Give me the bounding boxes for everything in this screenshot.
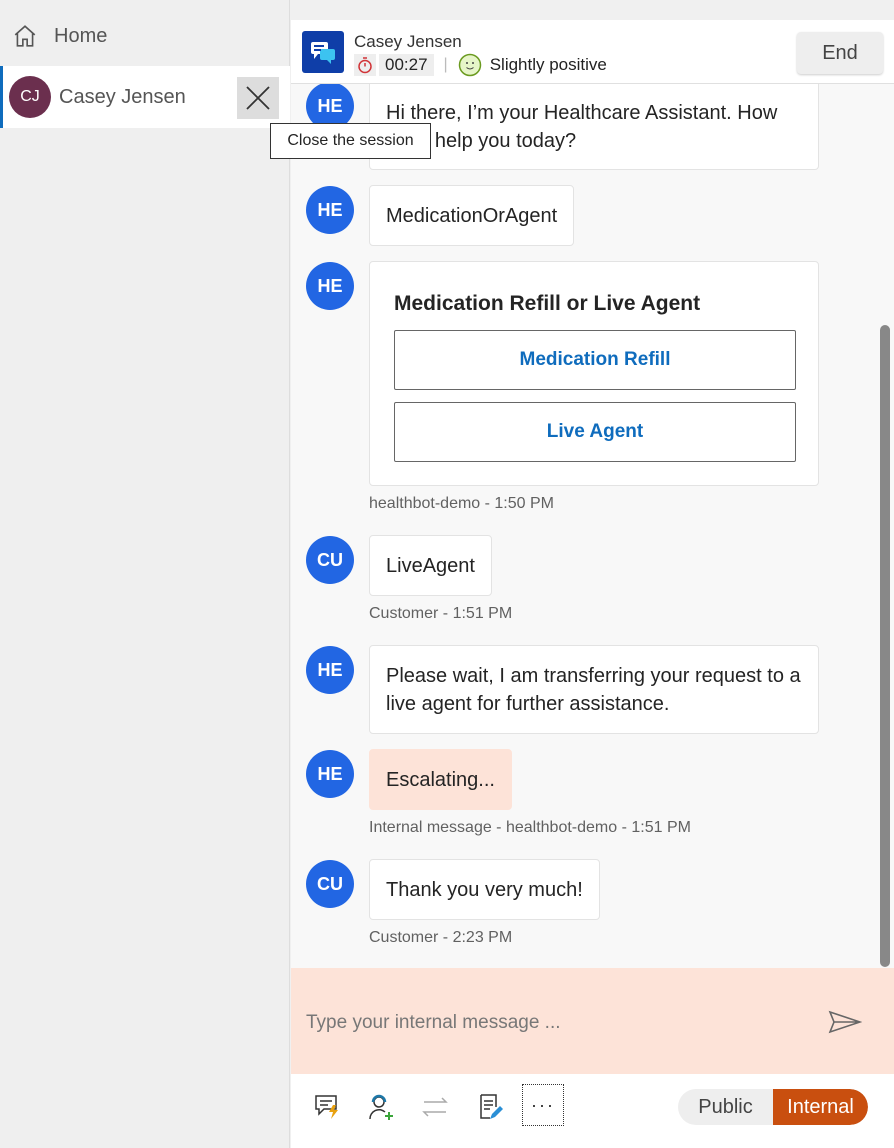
scrollbar[interactable] <box>880 325 890 967</box>
top-strip <box>291 0 894 20</box>
avatar: HE <box>306 186 354 234</box>
avatar: HE <box>306 750 354 798</box>
close-icon <box>246 86 270 110</box>
medication-refill-button[interactable]: Medication Refill <box>394 330 796 390</box>
message-bubble: Hi there, I’m your Healthcare Assistant.… <box>369 70 819 170</box>
session-name: Casey Jensen <box>59 85 186 108</box>
composer-toolbar: ··· Public Internal <box>291 1074 894 1148</box>
home-icon <box>14 25 36 47</box>
message-bubble: Please wait, I am transferring your requ… <box>369 645 819 734</box>
send-icon[interactable] <box>828 1010 862 1034</box>
avatar: CU <box>306 536 354 584</box>
avatar: CJ <box>9 76 51 118</box>
message-composer[interactable]: Type your internal message ... <box>291 968 894 1074</box>
card-title: Medication Refill or Live Agent <box>394 292 701 315</box>
avatar: CU <box>306 860 354 908</box>
message-bubble: MedicationOrAgent <box>369 185 575 246</box>
message-input[interactable]: Type your internal message ... <box>306 1012 561 1034</box>
session-timer: 00:27 | Slightly positive <box>354 53 607 77</box>
stopwatch-icon <box>354 54 376 76</box>
tooltip: Close the session <box>270 123 431 159</box>
message-meta: Customer - 2:23 PM <box>369 929 513 946</box>
message-bubble: LiveAgent <box>369 535 492 596</box>
quick-replies-button[interactable] <box>313 1092 343 1122</box>
adaptive-card: Medication Refill or Live Agent Medicati… <box>369 261 819 486</box>
transfer-button[interactable] <box>420 1092 450 1122</box>
avatar: HE <box>306 262 354 310</box>
end-button[interactable]: End <box>797 32 883 74</box>
message-meta: healthbot-demo - 1:50 PM <box>369 495 554 512</box>
message-text: Hi there, I’m your Healthcare Assistant.… <box>386 102 778 152</box>
message-text: Thank you very much! <box>386 878 583 901</box>
agent-add-icon <box>369 1094 393 1120</box>
close-session-button[interactable] <box>237 77 279 119</box>
divider: | <box>443 56 448 73</box>
quick-reply-icon <box>315 1095 338 1119</box>
more-options-button[interactable]: ··· <box>522 1084 564 1126</box>
sentiment-label: Slightly positive <box>489 55 607 74</box>
timer-value: 00:27 <box>379 54 434 76</box>
notes-icon <box>480 1094 503 1119</box>
message-text: Please wait, I am transferring your requ… <box>386 664 801 715</box>
message-text: LiveAgent <box>386 554 475 577</box>
chat-channel-icon <box>302 31 344 73</box>
message-text: Escalating... <box>386 768 495 791</box>
customer-name: Casey Jensen <box>354 32 462 51</box>
message-bubble: Thank you very much! <box>369 859 600 920</box>
transfer-icon <box>422 1097 448 1117</box>
sidebar <box>0 0 290 1148</box>
avatar: HE <box>306 646 354 694</box>
internal-message-bubble: Escalating... <box>369 749 512 810</box>
message-meta: Internal message - healthbot-demo - 1:51… <box>369 819 691 836</box>
internal-option[interactable]: Internal <box>773 1089 868 1125</box>
notes-button[interactable] <box>476 1092 506 1122</box>
smiley-icon <box>458 53 481 77</box>
consult-button[interactable] <box>366 1092 396 1122</box>
public-option[interactable]: Public <box>678 1089 773 1125</box>
message-text: MedicationOrAgent <box>386 204 558 227</box>
live-agent-button[interactable]: Live Agent <box>394 402 796 462</box>
conversation-header: Casey Jensen 00:27 | Slightly positive E… <box>291 20 894 84</box>
public-internal-toggle[interactable]: Public Internal <box>678 1089 868 1125</box>
more-icon: ··· <box>531 1094 555 1115</box>
home-label: Home <box>54 24 108 47</box>
message-meta: Customer - 1:51 PM <box>369 605 513 622</box>
sidebar-item-home[interactable]: Home <box>0 14 290 58</box>
